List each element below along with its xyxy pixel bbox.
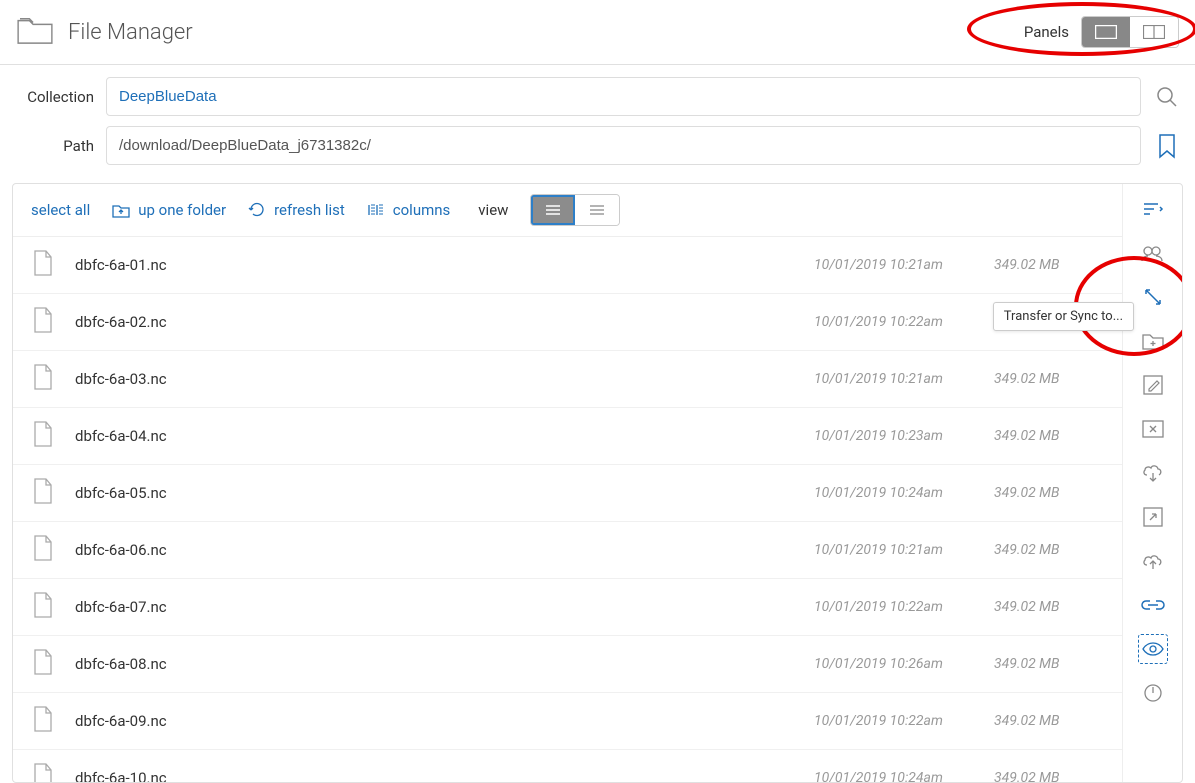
file-name: dbfc-6a-03.nc — [75, 370, 814, 388]
file-row[interactable]: dbfc-6a-01.nc 10/01/2019 10:21am 349.02 … — [13, 237, 1122, 294]
file-size: 349.02 MB — [994, 542, 1104, 558]
power-icon[interactable] — [1138, 678, 1168, 708]
columns-icon — [367, 202, 385, 218]
file-size: 349.02 MB — [994, 713, 1104, 729]
refresh-label: refresh list — [274, 201, 345, 219]
preview-icon[interactable] — [1138, 634, 1168, 664]
file-row[interactable]: dbfc-6a-04.nc 10/01/2019 10:23am 349.02 … — [13, 408, 1122, 465]
view-detail-button[interactable] — [575, 195, 619, 225]
search-icon[interactable] — [1153, 83, 1181, 111]
main-area: select all up one folder refresh list co… — [12, 183, 1183, 783]
file-icon — [31, 306, 75, 338]
file-name: dbfc-6a-07.nc — [75, 598, 814, 616]
download-icon[interactable] — [1138, 458, 1168, 488]
panel-mode-toggle — [1081, 16, 1179, 48]
header-right: Panels — [1024, 16, 1179, 48]
columns-label: columns — [393, 201, 451, 219]
refresh-link[interactable]: refresh list — [248, 201, 345, 219]
path-input[interactable] — [106, 126, 1141, 165]
file-size: 349.02 MB — [994, 770, 1104, 782]
up-folder-label: up one folder — [138, 201, 226, 219]
file-icon — [31, 249, 75, 281]
panel-double-button[interactable] — [1130, 17, 1178, 47]
file-icon — [31, 477, 75, 509]
file-name: dbfc-6a-05.nc — [75, 484, 814, 502]
collection-row: Collection — [14, 77, 1181, 116]
transfer-icon[interactable] — [1138, 282, 1168, 312]
app-header: File Manager Panels — [0, 0, 1195, 65]
path-row: Path — [14, 126, 1181, 165]
file-date: 10/01/2019 10:26am — [814, 656, 994, 672]
up-folder-icon — [112, 202, 130, 218]
file-row[interactable]: dbfc-6a-10.nc 10/01/2019 10:24am 349.02 … — [13, 750, 1122, 782]
file-date: 10/01/2019 10:22am — [814, 599, 994, 615]
folder-app-icon — [16, 15, 54, 49]
file-icon — [31, 648, 75, 680]
view-toggle — [530, 194, 620, 226]
file-name: dbfc-6a-06.nc — [75, 541, 814, 559]
select-all-link[interactable]: select all — [31, 201, 90, 219]
file-row[interactable]: dbfc-6a-06.nc 10/01/2019 10:21am 349.02 … — [13, 522, 1122, 579]
open-external-icon[interactable] — [1138, 502, 1168, 532]
file-row[interactable]: dbfc-6a-05.nc 10/01/2019 10:24am 349.02 … — [13, 465, 1122, 522]
file-row[interactable]: dbfc-6a-08.nc 10/01/2019 10:26am 349.02 … — [13, 636, 1122, 693]
action-sidebar: Transfer or Sync to... — [1122, 184, 1182, 782]
file-name: dbfc-6a-02.nc — [75, 313, 814, 331]
bookmark-icon[interactable] — [1153, 132, 1181, 160]
transfer-tooltip: Transfer or Sync to... — [993, 302, 1134, 331]
file-size: 349.02 MB — [994, 428, 1104, 444]
app-title: File Manager — [68, 20, 193, 45]
rename-icon[interactable] — [1138, 370, 1168, 400]
file-row[interactable]: dbfc-6a-09.nc 10/01/2019 10:22am 349.02 … — [13, 693, 1122, 750]
columns-link[interactable]: columns — [367, 201, 451, 219]
file-date: 10/01/2019 10:21am — [814, 257, 994, 273]
new-folder-icon[interactable] — [1138, 326, 1168, 356]
file-name: dbfc-6a-01.nc — [75, 256, 814, 274]
file-date: 10/01/2019 10:22am — [814, 314, 994, 330]
file-name: dbfc-6a-08.nc — [75, 655, 814, 673]
file-toolbar: select all up one folder refresh list co… — [13, 184, 1122, 237]
sort-icon[interactable] — [1138, 194, 1168, 224]
delete-icon[interactable] — [1138, 414, 1168, 444]
link-icon[interactable] — [1138, 590, 1168, 620]
file-date: 10/01/2019 10:21am — [814, 542, 994, 558]
file-date: 10/01/2019 10:21am — [814, 371, 994, 387]
file-date: 10/01/2019 10:24am — [814, 485, 994, 501]
file-icon — [31, 534, 75, 566]
file-date: 10/01/2019 10:22am — [814, 713, 994, 729]
file-icon — [31, 705, 75, 737]
file-icon — [31, 591, 75, 623]
header-left: File Manager — [16, 15, 193, 49]
share-icon[interactable] — [1138, 238, 1168, 268]
file-row[interactable]: dbfc-6a-02.nc 10/01/2019 10:22am 349.02 … — [13, 294, 1122, 351]
file-name: dbfc-6a-10.nc — [75, 769, 814, 782]
upload-icon[interactable] — [1138, 546, 1168, 576]
file-size: 349.02 MB — [994, 656, 1104, 672]
file-icon — [31, 363, 75, 395]
file-name: dbfc-6a-04.nc — [75, 427, 814, 445]
view-label: view — [478, 201, 508, 219]
panels-label: Panels — [1024, 23, 1069, 41]
refresh-icon — [248, 201, 266, 219]
file-size: 349.02 MB — [994, 599, 1104, 615]
file-row[interactable]: dbfc-6a-03.nc 10/01/2019 10:21am 349.02 … — [13, 351, 1122, 408]
up-folder-link[interactable]: up one folder — [112, 201, 226, 219]
file-name: dbfc-6a-09.nc — [75, 712, 814, 730]
file-size: 349.02 MB — [994, 485, 1104, 501]
file-date: 10/01/2019 10:24am — [814, 770, 994, 782]
file-row[interactable]: dbfc-6a-07.nc 10/01/2019 10:22am 349.02 … — [13, 579, 1122, 636]
file-icon — [31, 420, 75, 452]
collection-input[interactable] — [106, 77, 1141, 116]
file-size: 349.02 MB — [994, 371, 1104, 387]
path-label: Path — [14, 137, 94, 155]
collection-label: Collection — [14, 88, 94, 106]
nav-region: Collection Path — [0, 65, 1195, 183]
view-list-button[interactable] — [531, 195, 575, 225]
file-date: 10/01/2019 10:23am — [814, 428, 994, 444]
panel-single-button[interactable] — [1082, 17, 1130, 47]
file-icon — [31, 762, 75, 782]
file-size: 349.02 MB — [994, 257, 1104, 273]
file-panel: select all up one folder refresh list co… — [13, 184, 1122, 782]
file-list[interactable]: dbfc-6a-01.nc 10/01/2019 10:21am 349.02 … — [13, 237, 1122, 782]
